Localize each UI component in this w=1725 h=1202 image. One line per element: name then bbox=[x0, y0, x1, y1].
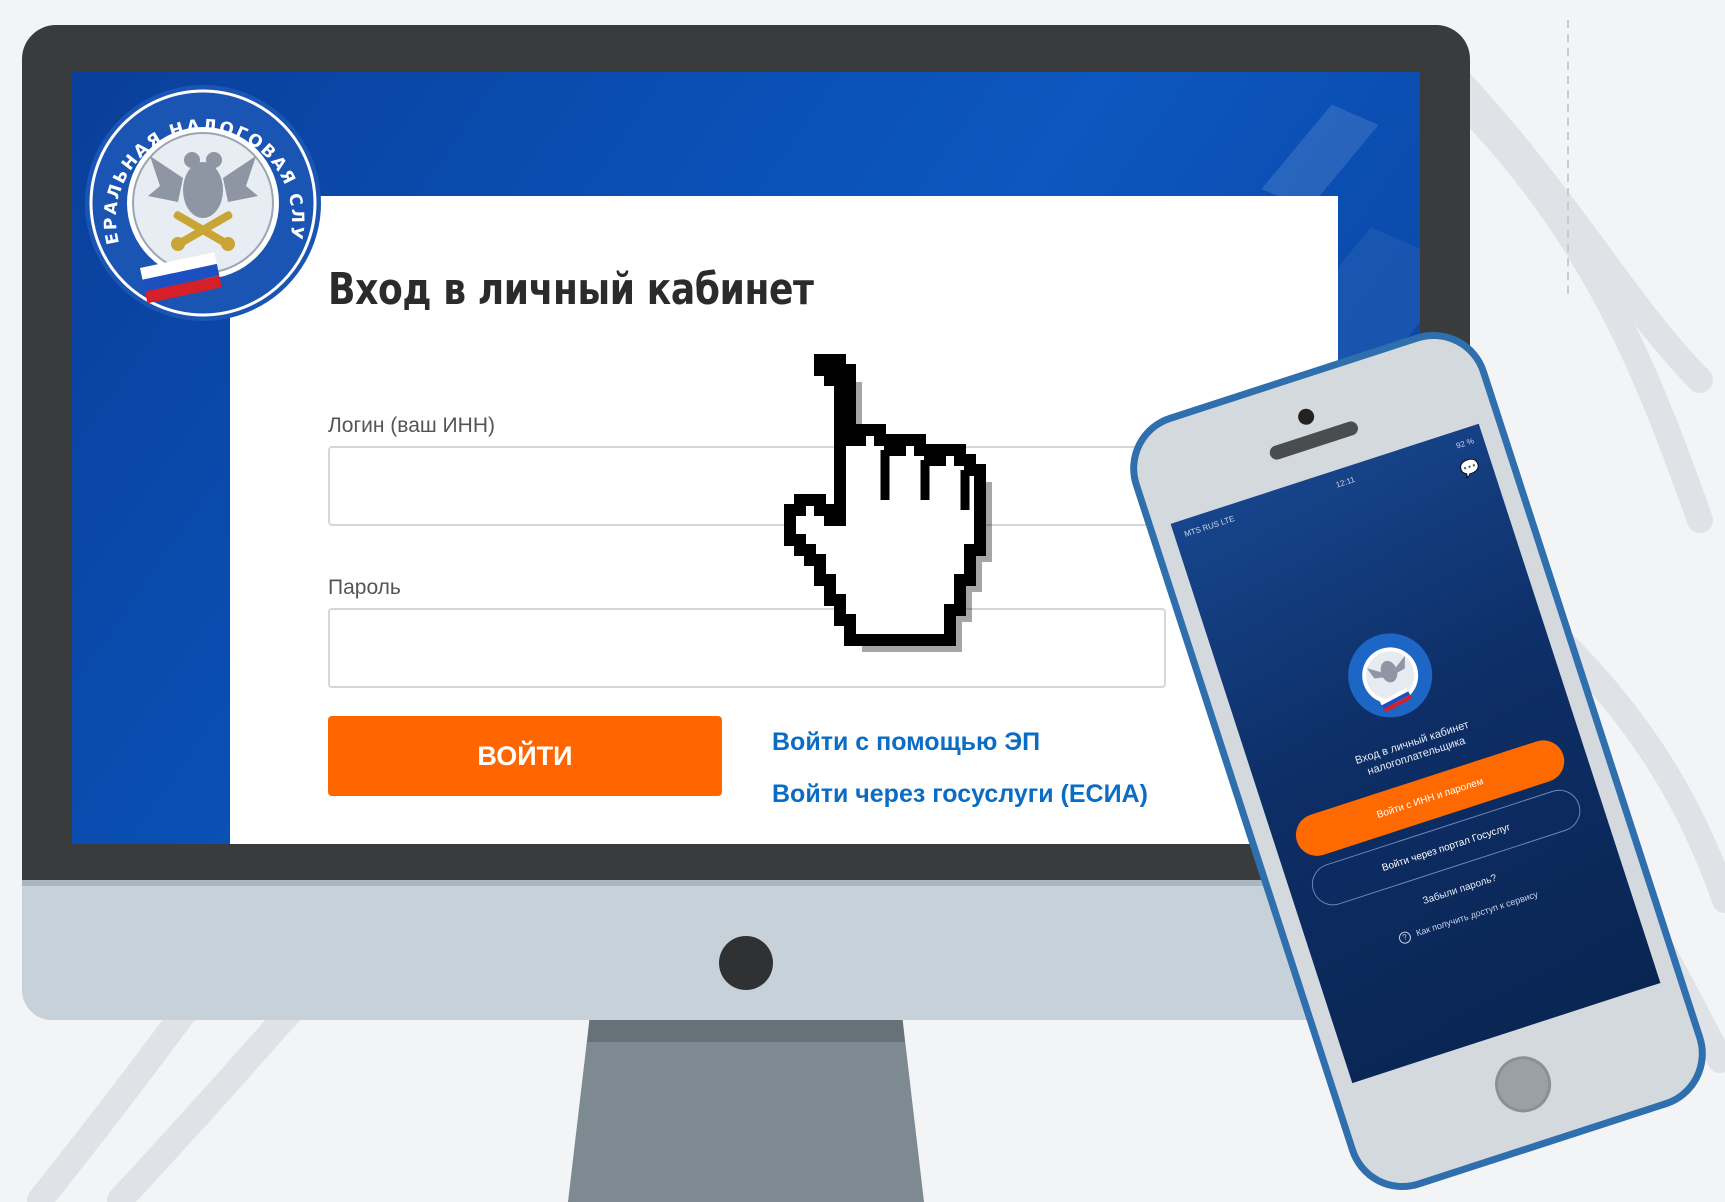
screen-highlight bbox=[1261, 104, 1379, 210]
page-title: Вход в личный кабинет bbox=[328, 264, 814, 315]
password-label: Пароль bbox=[328, 576, 401, 599]
chat-icon[interactable]: 💬 bbox=[1458, 456, 1483, 481]
info-icon: ? bbox=[1397, 930, 1413, 946]
login-esia-link[interactable]: Войти через госуслуги (ЕСИА) bbox=[772, 780, 1148, 809]
emblem-icon bbox=[1348, 633, 1433, 718]
login-ep-link[interactable]: Войти с помощью ЭП bbox=[772, 728, 1040, 757]
emblem-icon: ФЕДЕРАЛЬНАЯ НАЛОГОВАЯ СЛУЖБА bbox=[78, 78, 321, 321]
hand-cursor-icon bbox=[784, 354, 992, 652]
login-button[interactable]: ВОЙТИ bbox=[328, 716, 722, 796]
monitor-stand-shade bbox=[587, 1020, 905, 1042]
monitor-stand bbox=[568, 1020, 924, 1202]
status-time: 12:11 bbox=[1334, 475, 1356, 490]
monitor-button bbox=[719, 936, 773, 990]
status-carrier: MTS RUS LTE bbox=[1183, 514, 1236, 539]
status-battery: 92 % bbox=[1454, 436, 1476, 451]
login-label: Логин (ваш ИНН) bbox=[328, 414, 495, 437]
